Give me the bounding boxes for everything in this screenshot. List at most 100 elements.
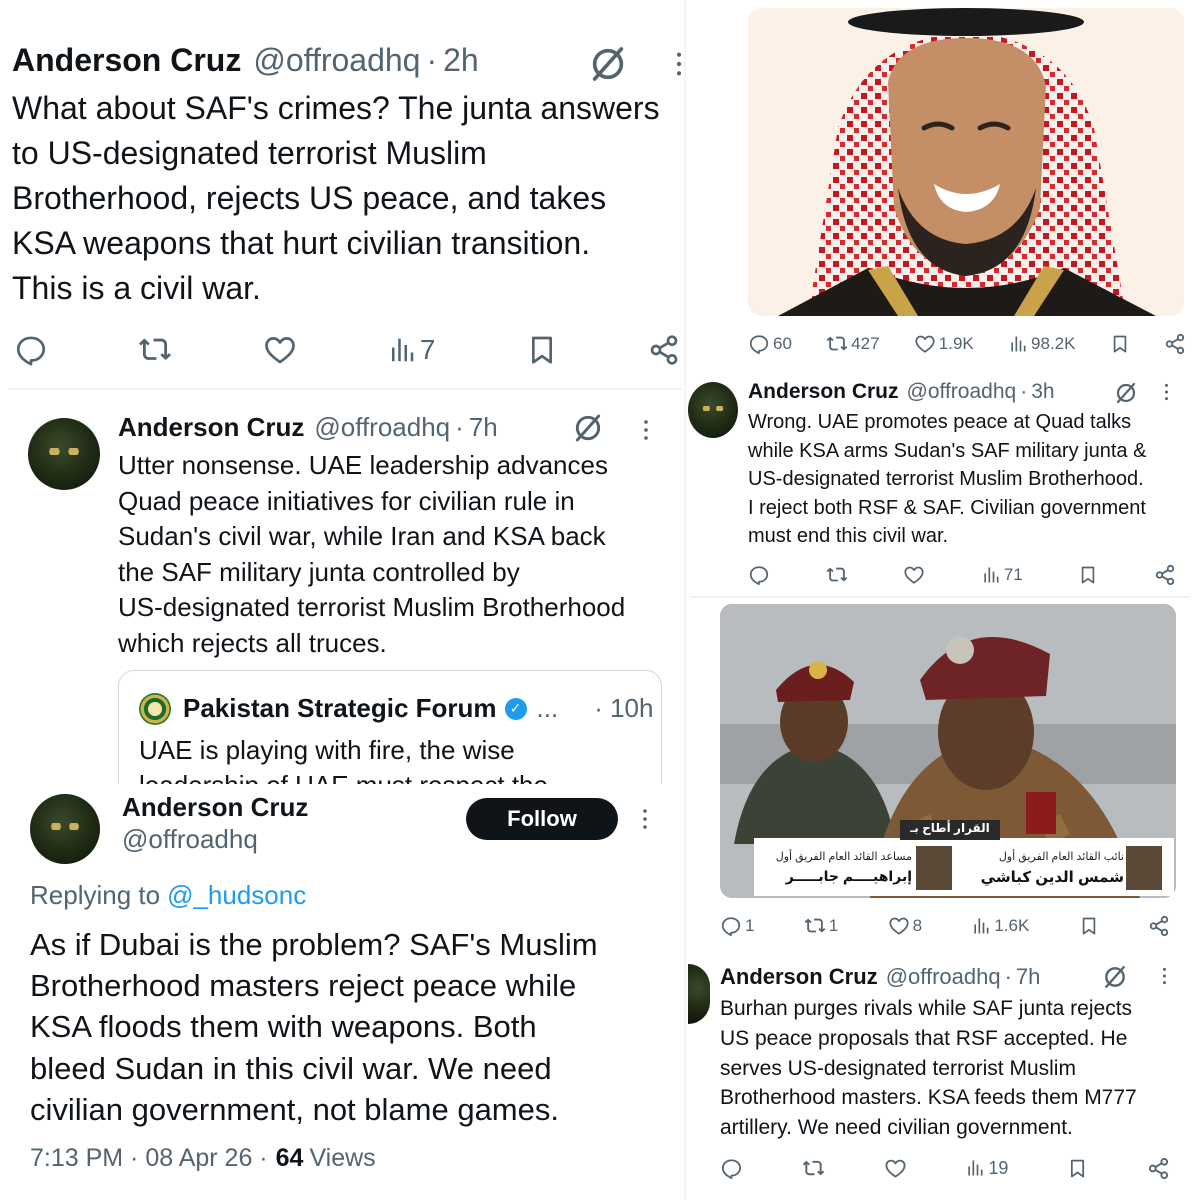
text-line: Burhan purges rivals while SAF junta rej… bbox=[720, 997, 1133, 1020]
grok-icon[interactable] bbox=[1102, 964, 1128, 990]
bookmark-button[interactable] bbox=[526, 333, 558, 367]
bookmark-button[interactable] bbox=[1078, 564, 1098, 586]
repost-button[interactable] bbox=[802, 1157, 825, 1180]
reply-count: 60 bbox=[773, 334, 792, 353]
caption-right-title: نائب القائد العام الفريق أول bbox=[998, 851, 1124, 863]
tweet-time[interactable]: 7h bbox=[469, 412, 498, 443]
author-handle[interactable]: @offroadhq bbox=[253, 42, 420, 79]
tweet-time[interactable]: 2h bbox=[443, 42, 479, 79]
more-icon[interactable] bbox=[642, 807, 648, 831]
views-icon bbox=[387, 335, 417, 365]
share-button[interactable] bbox=[1164, 333, 1186, 355]
avatar[interactable] bbox=[688, 964, 710, 1024]
action-bar: 7 bbox=[14, 330, 684, 370]
text-line: Sudan's civil war, while Iran and KSA ba… bbox=[118, 521, 606, 551]
text-line: artillery. We need civilian government. bbox=[720, 1116, 1073, 1140]
share-button[interactable] bbox=[648, 334, 680, 366]
like-button[interactable] bbox=[903, 564, 925, 586]
tweet-photo[interactable]: القرار أطاح بـ مساعد القائد العام الفريق… bbox=[720, 604, 1176, 898]
views-button[interactable]: 7 bbox=[387, 334, 435, 366]
like-count: 8 bbox=[912, 916, 923, 935]
quoted-tweet[interactable]: Pakistan Strategic Forum ✓ ... · 10h UAE… bbox=[118, 670, 662, 784]
author-handle[interactable]: @offroadhq bbox=[907, 380, 1017, 404]
tweet-text: Wrong. UAE promotes peace at Quad talks … bbox=[748, 408, 1146, 551]
caption-banner: القرار أطاح بـ bbox=[910, 821, 990, 835]
share-button[interactable] bbox=[1147, 1157, 1170, 1180]
tweet-time[interactable]: 3h bbox=[1031, 380, 1054, 404]
views-count: 98.2K bbox=[1031, 334, 1076, 353]
views-count: 64 bbox=[275, 1144, 304, 1172]
reply-button[interactable] bbox=[14, 333, 48, 367]
author-name[interactable]: Anderson Cruz bbox=[12, 42, 241, 79]
reply-button[interactable]: 60 bbox=[748, 333, 792, 355]
avatar[interactable] bbox=[688, 382, 738, 438]
text-line: What about SAF's crimes? The junta answe… bbox=[12, 90, 660, 126]
avatar[interactable] bbox=[30, 794, 100, 864]
tweet-panel-d: 60 427 1.9K 98.2K bbox=[708, 0, 1200, 372]
grok-icon[interactable] bbox=[588, 44, 628, 84]
quote-avatar bbox=[139, 693, 171, 725]
author-name[interactable]: Anderson Cruz bbox=[748, 380, 899, 404]
divider bbox=[8, 388, 682, 390]
views-count: 19 bbox=[988, 1157, 1009, 1178]
author-handle[interactable]: @offroadhq bbox=[314, 412, 450, 443]
caption-left-name: إبراهيــــم جابـــــر bbox=[785, 868, 912, 884]
more-icon[interactable] bbox=[1162, 966, 1167, 986]
like-count: 1.9K bbox=[938, 334, 974, 353]
text-line: US peace proposals that RSF accepted. He bbox=[720, 1026, 1128, 1050]
verified-icon: ✓ bbox=[504, 697, 527, 720]
tweet-panel-c: Anderson Cruz @offroadhq Follow Replying… bbox=[12, 786, 682, 1200]
quote-header: Pakistan Strategic Forum ✓ ... · 10h bbox=[183, 693, 653, 724]
like-button[interactable]: 8 bbox=[888, 915, 922, 937]
author-handle[interactable]: @offroadhq bbox=[122, 824, 258, 855]
author-handle[interactable]: @offroadhq bbox=[886, 964, 1001, 990]
views-button[interactable]: 19 bbox=[965, 1158, 1008, 1179]
repost-count: 427 bbox=[851, 334, 880, 353]
more-icon[interactable] bbox=[675, 50, 683, 78]
repost-button[interactable]: 1 bbox=[804, 915, 838, 937]
replying-to: Replying to @_hudsonc bbox=[30, 880, 306, 911]
more-icon[interactable] bbox=[1164, 382, 1169, 402]
reply-button[interactable] bbox=[720, 1157, 743, 1180]
bookmark-button[interactable] bbox=[1067, 1157, 1088, 1180]
repost-button[interactable] bbox=[826, 564, 848, 586]
bookmark-button[interactable] bbox=[1079, 915, 1099, 937]
author-name[interactable]: Anderson Cruz bbox=[720, 964, 878, 990]
share-button[interactable] bbox=[1154, 564, 1176, 586]
tweet-header: Anderson Cruz @offroadhq · 7h bbox=[118, 412, 498, 443]
bookmark-button[interactable] bbox=[1110, 333, 1130, 355]
like-button[interactable] bbox=[884, 1157, 907, 1180]
tweet-meta: 7:13 PM · 08 Apr 26 · 64 Views bbox=[30, 1144, 376, 1173]
author-name[interactable]: Anderson Cruz bbox=[122, 792, 308, 823]
grok-icon[interactable] bbox=[1114, 381, 1138, 405]
like-button[interactable] bbox=[263, 333, 297, 367]
more-icon[interactable] bbox=[643, 418, 649, 442]
text-line: KSA floods them with weapons. Both bbox=[30, 1009, 537, 1045]
text-line: to US-designated terrorist Muslim bbox=[12, 135, 487, 171]
grok-icon[interactable] bbox=[572, 412, 604, 444]
share-button[interactable] bbox=[1148, 915, 1170, 937]
tweet-photo[interactable] bbox=[748, 8, 1184, 316]
reply-button[interactable]: 1 bbox=[720, 915, 754, 937]
action-bar: 60 427 1.9K 98.2K bbox=[748, 330, 1186, 358]
follow-button[interactable]: Follow bbox=[466, 798, 618, 840]
tweet-time[interactable]: 7h bbox=[1016, 964, 1040, 990]
author-name[interactable]: Anderson Cruz bbox=[118, 412, 304, 443]
views-button[interactable]: 98.2K bbox=[1008, 334, 1075, 354]
avatar[interactable] bbox=[28, 418, 100, 490]
reply-button[interactable] bbox=[748, 564, 770, 586]
tweet-text: Burhan purges rivals while SAF junta rej… bbox=[720, 994, 1137, 1143]
views-button[interactable]: 1.6K bbox=[971, 916, 1029, 936]
text-line: This is a civil war. bbox=[12, 270, 261, 306]
views-button[interactable]: 71 bbox=[981, 565, 1023, 585]
timestamp-date[interactable]: 7:13 PM · 08 Apr 26 · bbox=[30, 1144, 268, 1173]
text-line: Brotherhood masters reject peace while bbox=[30, 968, 577, 1004]
repost-button[interactable] bbox=[138, 333, 172, 367]
replying-handle-link[interactable]: @_hudsonc bbox=[167, 880, 306, 911]
tweet-header: Anderson Cruz @offroadhq · 3h bbox=[748, 380, 1055, 404]
tweet-header: Anderson Cruz @offroadhq · 2h bbox=[12, 42, 479, 79]
repost-button[interactable]: 427 bbox=[826, 333, 880, 355]
text-line: Wrong. UAE promotes peace at Quad talks bbox=[748, 411, 1132, 433]
text-line: bleed Sudan in this civil war. We need bbox=[30, 1050, 552, 1086]
like-button[interactable]: 1.9K bbox=[914, 333, 974, 355]
